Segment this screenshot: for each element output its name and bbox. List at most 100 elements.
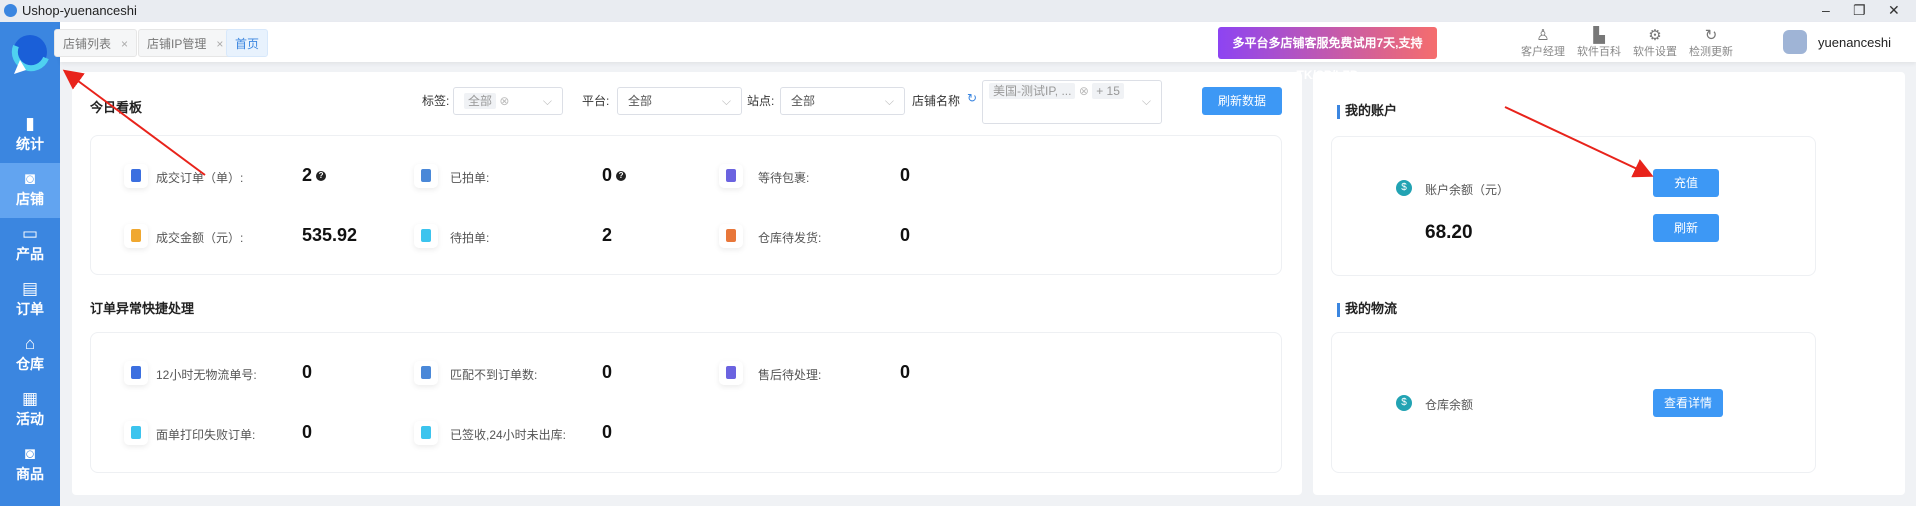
stat-value: 2? [302,165,327,186]
gift-icon: ▦ [21,389,39,408]
tab-label: 首页 [235,37,260,51]
view-details-button[interactable]: 查看详情 [1653,389,1723,417]
refresh-icon: ↻ [1704,27,1718,44]
stat-value-text: 535.92 [302,225,358,245]
book-icon: ▙ [1593,27,1605,44]
software-wiki-button[interactable]: ▙ 软件百科 [1574,26,1624,59]
goods-icon: ◙ [24,444,36,463]
refresh-store-icon[interactable]: ↻ [967,91,977,105]
stat-value: 0 [900,165,910,186]
stat-value: 0 [302,362,312,383]
stat-value: 535.92 [302,225,357,246]
tag-select[interactable]: 全部 ⊗ ⌵ [453,87,563,115]
restore-button[interactable]: ❐ [1853,2,1866,19]
title-bar: Ushop-yuenanceshi – ❐ ✕ [0,0,1916,22]
minimize-button[interactable]: – [1822,2,1830,18]
settings-button[interactable]: ⚙ 软件设置 [1630,26,1680,59]
stat-icon [124,224,148,248]
clear-icon[interactable]: ⊗ [1079,84,1089,98]
stat-value: 2 [602,225,612,246]
sidebar-item-shop[interactable]: ◙ 店铺 [0,163,60,218]
stat-icon [124,421,148,445]
sidebar-item-stats[interactable]: ▮ 统计 [0,108,60,163]
dashboard-title: 今日看板 [90,100,143,115]
stat-icon [414,361,438,385]
stat-value-text: 0 [602,422,613,442]
check-update-button[interactable]: ↻ 检测更新 [1686,26,1736,59]
sidebar-item-order[interactable]: ▤ 订单 [0,273,60,328]
sidebar-label: 统计 [16,136,44,152]
stat-label: 面单打印失败订单: [156,428,256,442]
help-icon[interactable]: ? [316,171,327,182]
avatar[interactable] [1783,30,1807,54]
sidebar: ▮ 统计 ◙ 店铺 ▭ 产品 ▤ 订单 ⌂ 仓库 ▦ 活动 ◙ 商品 [0,22,60,506]
logo-icon[interactable] [6,32,52,78]
recharge-button[interactable]: 充值 [1653,169,1719,197]
sidebar-item-activity[interactable]: ▦ 活动 [0,383,60,438]
sidebar-item-product[interactable]: ▭ 产品 [0,218,60,273]
exceptions-title: 订单异常快捷处理 [90,301,195,316]
warehouse-icon: ⌂ [24,334,36,353]
refresh-balance-button[interactable]: 刷新 [1653,214,1719,242]
stat-value-text: 0 [302,422,313,442]
tag-label: 标签: [422,94,450,108]
sidebar-label: 产品 [16,246,44,262]
stat-value: 0 [602,422,612,443]
balance-label: 账户余额（元） [1425,183,1510,197]
site-select[interactable]: 全部 ⌵ [780,87,905,115]
shop-icon: ◙ [24,169,36,188]
store-chip: 美国-测试IP, ... [989,83,1076,99]
account-panel: 我的账户 $ 账户余额（元） 68.20 充值 刷新 我的物流 $ 仓库余额 查… [1313,72,1905,495]
chevron-down-icon: ⌵ [884,94,894,108]
sidebar-label: 店铺 [16,191,44,207]
stat-label: 成交订单（单）: [156,171,244,185]
refresh-data-button[interactable]: 刷新数据 [1202,87,1282,115]
stat-label: 等待包裹: [758,171,810,185]
exceptions-card [90,332,1282,473]
tool-label: 软件百科 [1577,46,1621,58]
dashboard-panel: 今日看板 标签: 全部 ⊗ ⌵ 平台: 全部 ⌵ 站点: 全部 ⌵ 店铺名称 ↻ 美国… [72,72,1302,495]
clear-icon[interactable]: ⊗ [499,94,509,108]
sidebar-item-warehouse[interactable]: ⌂ 仓库 [0,328,60,383]
help-icon[interactable]: ? [616,171,627,182]
customer-manager-button[interactable]: ♙ 客户经理 [1518,26,1568,59]
chevron-down-icon: ⌵ [542,94,552,108]
stat-icon [414,164,438,188]
stat-label: 12小时无物流单号: [156,368,257,382]
stat-icon [414,224,438,248]
site-label: 站点: [747,94,775,108]
platform-select[interactable]: 全部 ⌵ [617,87,742,115]
username[interactable]: yuenanceshi [1818,35,1891,50]
store-select[interactable]: 美国-测试IP, ... ⊗ + 15 ⌵ [982,80,1162,124]
stat-label: 已签收,24小时未出库: [450,428,567,442]
stat-icon [124,164,148,188]
tool-label: 客户经理 [1521,46,1565,58]
tab-home[interactable]: 首页 [226,29,269,57]
tab-store-list[interactable]: 店铺列表 × [54,29,138,57]
app-icon [4,4,17,17]
stat-label: 仓库待发货: [758,231,822,245]
stat-value-text: 0 [602,165,613,185]
stat-value: 0 [302,422,312,443]
tab-label: 店铺IP管理 [147,37,207,51]
gear-icon: ⚙ [1648,27,1662,44]
person-icon: ♙ [1536,27,1550,44]
stat-icon [414,421,438,445]
tab-store-ip[interactable]: 店铺IP管理 × [138,29,233,57]
close-icon[interactable]: × [216,37,223,51]
stat-value: 0 [900,362,910,383]
chevron-down-icon: ⌵ [1141,94,1151,108]
stat-value-text: 0 [900,225,911,245]
stat-value: 0? [602,165,627,186]
sidebar-item-goods[interactable]: ◙ 商品 [0,438,60,493]
close-icon[interactable]: × [121,37,128,51]
stat-label: 售后待处理: [758,368,822,382]
balance-value: 68.20 [1425,222,1473,243]
store-label: 店铺名称 [912,94,961,108]
warehouse-balance-label: 仓库余额 [1425,398,1474,412]
stat-label: 匹配不到订单数: [450,368,538,382]
stat-icon [124,361,148,385]
close-button[interactable]: ✕ [1888,2,1900,19]
store-more-chip: + 15 [1092,83,1124,99]
promo-banner-button[interactable]: 多平台多店铺客服免费试用7天,支持TK/SP/LZD [1218,27,1437,82]
